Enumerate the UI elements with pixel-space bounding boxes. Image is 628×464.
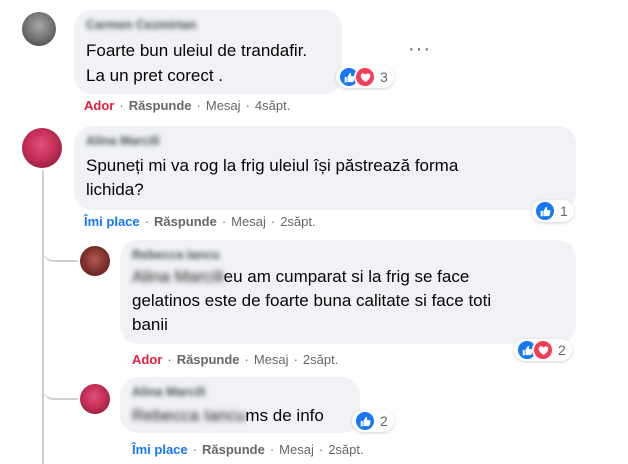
separator: · (196, 98, 201, 113)
comment-bubble: Alina Marcili Spuneți mi va rog la frig … (74, 126, 576, 210)
reply-bubble: Rebecca Iancu Alina Marcilieu am cumpara… (120, 240, 576, 344)
avatar[interactable] (80, 384, 110, 414)
reaction-summary[interactable]: 3 (336, 66, 394, 88)
love-icon (532, 339, 554, 361)
comment-bubble: Carmen Cezmirtan Foarte bun uleiul de tr… (74, 10, 342, 94)
avatar[interactable] (22, 12, 56, 46)
mentioned-user[interactable]: Rebecca Iancu (132, 406, 245, 425)
comment-author[interactable]: Alina Marcili (86, 134, 160, 148)
separator: · (269, 442, 275, 457)
separator: · (192, 442, 197, 457)
separator: · (221, 214, 227, 229)
reply-button[interactable]: Răspunde (154, 214, 217, 229)
reply-button[interactable]: Răspunde (129, 98, 192, 113)
separator: · (270, 214, 276, 229)
reply-author[interactable]: Rebecca Iancu (132, 248, 220, 262)
reply-actions: Ador · Răspunde · Mesaj · 2săpt. (132, 352, 338, 367)
separator: · (318, 442, 324, 457)
reply-text-line-3: banii (132, 315, 168, 334)
reaction-summary[interactable]: 1 (532, 200, 574, 222)
comment-text-line-2: lichida? (86, 180, 144, 199)
timestamp[interactable]: 2săpt. (303, 352, 338, 367)
separator: · (244, 352, 249, 367)
reaction-summary[interactable]: 2 (352, 410, 394, 432)
comment-text-line-2: La un pret corect . (86, 66, 224, 85)
comment-author[interactable]: Carmen Cezmirtan (86, 18, 196, 32)
reply-text-line-1: Rebecca Iancums de info (132, 403, 324, 428)
avatar[interactable] (80, 246, 110, 276)
reply-text-line-1: Alina Marcilieu am cumparat si la frig s… (132, 264, 469, 289)
reaction-count: 2 (380, 413, 388, 429)
message-link[interactable]: Mesaj (206, 98, 241, 113)
timestamp[interactable]: 4săpt. (255, 98, 290, 113)
comment-actions: Ador · Răspunde · Mesaj · 4săpt. (84, 98, 290, 113)
reply-text: ms de info (245, 406, 324, 425)
like-icon (354, 410, 376, 432)
reaction-count: 3 (380, 69, 388, 85)
thread-line (42, 170, 44, 464)
react-button[interactable]: Ador (84, 98, 114, 113)
reaction-summary[interactable]: 2 (514, 339, 572, 361)
timestamp[interactable]: 2săpt. (280, 214, 315, 229)
message-link[interactable]: Mesaj (279, 442, 314, 457)
message-link[interactable]: Mesaj (231, 214, 266, 229)
love-icon (354, 66, 376, 88)
thread-connector-2 (42, 372, 78, 400)
reply-button[interactable]: Răspunde (177, 352, 240, 367)
reaction-count: 2 (558, 342, 566, 358)
reply-author[interactable]: Alina Marcili (132, 385, 206, 399)
comment-text-line-1: Spuneți mi va rog la frig uleiul își păs… (86, 156, 459, 175)
comment-text-line-1: Foarte bun uleiul de trandafir. (86, 41, 308, 60)
avatar[interactable] (22, 128, 62, 168)
more-options-icon[interactable]: ··· (408, 38, 431, 61)
reply-text: eu am cumparat si la frig se face (223, 267, 470, 286)
reply-button[interactable]: Răspunde (202, 442, 265, 457)
comment-actions: Îmi place · Răspunde · Mesaj · 2săpt. (84, 214, 316, 229)
separator: · (144, 214, 149, 229)
like-icon (534, 200, 556, 222)
mentioned-user[interactable]: Alina Marcili (132, 267, 224, 286)
message-link[interactable]: Mesaj (254, 352, 289, 367)
timestamp[interactable]: 2săpt. (328, 442, 363, 457)
like-button[interactable]: Îmi place (132, 442, 188, 457)
separator: · (119, 98, 124, 113)
separator: · (167, 352, 172, 367)
separator: · (245, 98, 250, 113)
react-button[interactable]: Ador (132, 352, 162, 367)
reply-bubble: Alina Marcili Rebecca Iancums de info (120, 377, 360, 433)
thread-connector-1 (42, 234, 78, 262)
separator: · (293, 352, 298, 367)
reply-actions: Îmi place · Răspunde · Mesaj · 2săpt. (132, 442, 364, 457)
reaction-count: 1 (560, 203, 568, 219)
reply-text-line-2: gelatinos este de foarte buna calitate s… (132, 291, 492, 310)
like-button[interactable]: Îmi place (84, 214, 140, 229)
